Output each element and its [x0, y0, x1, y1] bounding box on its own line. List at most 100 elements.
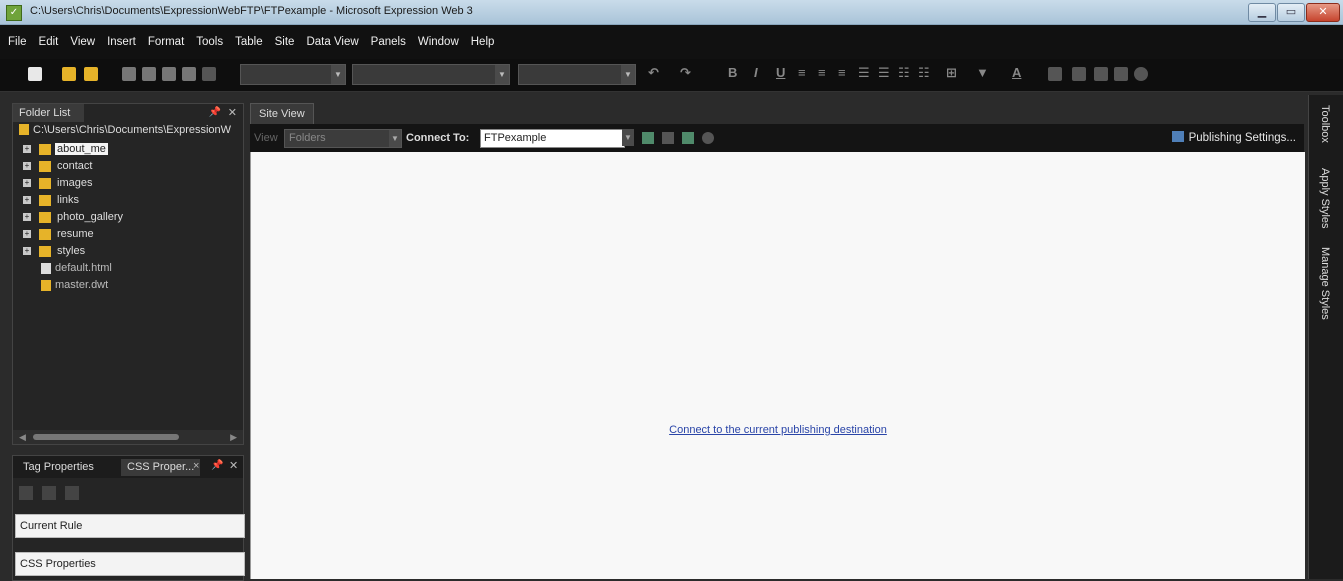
numbered-list-icon[interactable]: ☰ [858, 65, 870, 81]
window-title: C:\Users\Chris\Documents\ExpressionWebFT… [30, 5, 473, 17]
increase-indent-icon[interactable]: ☷ [918, 65, 930, 81]
table-icon[interactable] [1072, 67, 1086, 81]
font-size-combo[interactable]: ▼ [518, 64, 636, 85]
stop-icon[interactable] [702, 132, 714, 144]
style-combo[interactable]: ▼ [240, 64, 346, 85]
publish-icon[interactable] [682, 132, 694, 144]
new-page-type-icon[interactable] [62, 67, 76, 81]
close-button[interactable]: ✕ [1306, 3, 1340, 22]
hyperlink-icon[interactable] [1114, 67, 1128, 81]
align-center-icon[interactable]: ≡ [818, 65, 826, 80]
bold-icon[interactable]: B [728, 65, 737, 80]
tab-apply-styles[interactable]: Apply Styles [1319, 168, 1331, 229]
menu-data-view[interactable]: Data View [306, 36, 358, 48]
menu-format[interactable]: Format [148, 36, 184, 48]
pin-icon[interactable]: 📌 [211, 460, 223, 471]
minimize-button[interactable]: ▁ [1248, 3, 1276, 22]
connect-icon[interactable] [642, 132, 654, 144]
site-root-label: C:\Users\Chris\Documents\ExpressionW [33, 124, 232, 136]
expand-icon[interactable]: + [23, 196, 31, 204]
current-rule-header: Current Rule [15, 514, 245, 538]
preview-icon[interactable] [182, 67, 196, 81]
menu-file[interactable]: File [8, 36, 27, 48]
menu-table[interactable]: Table [235, 36, 263, 48]
insert-layer-icon[interactable] [1048, 67, 1062, 81]
highlight-icon[interactable]: ▼ [976, 65, 989, 80]
app-icon: ✓ [6, 5, 22, 21]
disconnect-icon[interactable] [662, 132, 674, 144]
expand-icon[interactable]: + [23, 230, 31, 238]
folder-label: about_me [55, 143, 108, 155]
menu-tools[interactable]: Tools [196, 36, 223, 48]
folder-label: styles [57, 245, 86, 257]
expand-icon[interactable]: + [23, 213, 31, 221]
site-view-content: Connect to the current publishing destin… [250, 152, 1305, 579]
maximize-button[interactable]: ▭ [1277, 3, 1305, 22]
undo-icon[interactable]: ↶ [648, 65, 659, 81]
folder-icon [39, 161, 51, 172]
close-icon[interactable]: ✕ [228, 106, 237, 119]
show-set-properties-icon[interactable] [65, 486, 80, 500]
connect-to-value: FTPexample [484, 132, 547, 144]
home-page-icon [41, 263, 51, 274]
publish-icon[interactable] [162, 67, 176, 81]
view-select[interactable]: Folders ▼ [284, 129, 402, 148]
font-color-icon[interactable]: A [1012, 65, 1021, 80]
connect-link-text[interactable]: Connect to the current publishing destin… [669, 424, 887, 436]
preview-dropdown-icon[interactable] [202, 67, 216, 81]
expand-icon[interactable]: + [23, 162, 31, 170]
record-icon[interactable] [1134, 67, 1148, 81]
folder-list-tab[interactable]: Folder List [13, 104, 85, 122]
close-tab-icon[interactable]: × [193, 460, 199, 472]
align-right-icon[interactable]: ≡ [838, 65, 846, 80]
italic-icon[interactable]: I [754, 65, 758, 80]
site-root-path[interactable]: C:\Users\Chris\Documents\ExpressionW [19, 124, 239, 136]
menu-panels[interactable]: Panels [371, 36, 406, 48]
scroll-right-icon[interactable]: ▶ [230, 432, 237, 443]
save-all-icon[interactable] [142, 67, 156, 81]
menu-site[interactable]: Site [275, 36, 295, 48]
tab-manage-styles[interactable]: Manage Styles [1319, 247, 1331, 320]
chevron-down-icon: ▼ [621, 65, 635, 84]
borders-icon[interactable]: ⊞ [946, 65, 957, 81]
chevron-down-icon: ▼ [622, 129, 634, 146]
save-icon[interactable] [122, 67, 136, 81]
publishing-settings-button[interactable]: Publishing Settings... [1171, 131, 1296, 144]
tab-toolbox[interactable]: Toolbox [1319, 105, 1331, 143]
image-icon[interactable] [1094, 67, 1108, 81]
redo-icon[interactable]: ↷ [680, 65, 691, 81]
open-folder-icon[interactable] [84, 67, 98, 81]
expand-icon[interactable]: + [23, 247, 31, 255]
bulleted-list-icon[interactable]: ☰ [878, 65, 890, 81]
expand-icon[interactable]: + [23, 145, 31, 153]
pin-icon[interactable]: 📌 [209, 107, 221, 118]
underline-icon[interactable]: U [776, 65, 785, 80]
menu-view[interactable]: View [70, 36, 95, 48]
scrollbar-thumb[interactable] [33, 434, 179, 440]
connect-to-select[interactable]: FTPexample [480, 129, 625, 148]
folder-label: photo_gallery [57, 211, 124, 223]
menu-help[interactable]: Help [471, 36, 495, 48]
close-icon[interactable]: ✕ [229, 459, 238, 472]
categorized-icon[interactable] [19, 486, 33, 500]
tab-css-properties[interactable]: CSS Proper... [121, 459, 201, 476]
formatting-toolbar: ▼ ▼ ▼ ↶ ↷ B I U ≡ ≡ ≡ ☰ ☰ ☷ ☷ ⊞ ▼ A [0, 59, 1343, 92]
expand-icon[interactable]: + [23, 179, 31, 187]
menu-window[interactable]: Window [418, 36, 459, 48]
horizontal-scrollbar[interactable]: ◀ ▶ [13, 430, 243, 444]
tab-site-view[interactable]: Site View [250, 103, 314, 124]
sort-icon[interactable] [42, 486, 57, 500]
decrease-indent-icon[interactable]: ☷ [898, 65, 910, 81]
scroll-left-icon[interactable]: ◀ [19, 432, 26, 443]
template-icon [41, 280, 51, 291]
settings-icon [1171, 131, 1184, 142]
connect-link[interactable]: Connect to the current publishing destin… [251, 424, 1305, 436]
folder-icon [39, 144, 51, 155]
font-family-combo[interactable]: ▼ [352, 64, 510, 85]
file-label: master.dwt [55, 279, 109, 291]
menu-insert[interactable]: Insert [107, 36, 136, 48]
menu-edit[interactable]: Edit [39, 36, 59, 48]
tab-tag-properties[interactable]: Tag Properties [17, 459, 100, 476]
align-left-icon[interactable]: ≡ [798, 65, 806, 80]
new-page-icon[interactable] [28, 67, 42, 81]
